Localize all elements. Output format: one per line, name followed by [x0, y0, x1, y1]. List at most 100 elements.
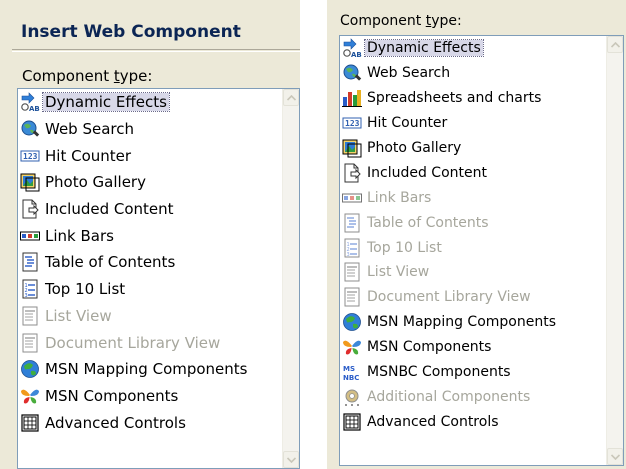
component-type-label: Component type: [22, 67, 152, 85]
list-item-label: Dynamic Effects [42, 92, 170, 113]
svg-text:AB: AB [29, 105, 40, 112]
list-item[interactable]: 1 2 3 Top 10 List [18, 276, 282, 303]
component-list: AB Dynamic Effects Web Search Spreadsheets … [340, 36, 606, 434]
msnbc-icon: MS NBC [342, 362, 362, 382]
svg-text:3: 3 [347, 252, 350, 258]
list-item[interactable]: Photo Gallery [18, 169, 282, 196]
list-item: Link Bars [340, 185, 606, 210]
list-view-icon [342, 262, 362, 282]
list-item-label: Advanced Controls [367, 413, 499, 430]
list-item-label: Top 10 List [367, 239, 442, 256]
list-item[interactable]: MSN Mapping Components [340, 310, 606, 335]
list-item[interactable]: Table of Contents [18, 249, 282, 276]
dialog-title: Insert Web Component [21, 22, 241, 42]
insert-web-component-dialog-left: Insert Web Component Component type: AB D… [0, 0, 300, 469]
list-item[interactable]: MS NBC MSNBC Components [340, 360, 606, 385]
list-item: List View [18, 303, 282, 330]
table-of-contents-icon [20, 252, 40, 272]
vertical-scrollbar[interactable] [282, 89, 299, 468]
msn-mapping-icon [20, 359, 40, 379]
list-item[interactable]: Photo Gallery [340, 136, 606, 161]
svg-text:MS: MS [343, 365, 355, 373]
image-gap [300, 0, 327, 469]
scroll-down-button[interactable] [283, 451, 299, 468]
advanced-controls-icon [342, 412, 362, 432]
list-item-label: Link Bars [45, 226, 114, 245]
table-of-contents-icon [342, 213, 362, 233]
list-item-label: Hit Counter [45, 146, 132, 165]
chevron-down-icon [286, 456, 296, 463]
list-item-label: Dynamic Effects [364, 39, 484, 58]
list-item-label: Document Library View [367, 289, 531, 306]
list-item-label: Web Search [45, 120, 135, 139]
msn-butterfly-icon [20, 386, 40, 406]
list-item-label: Additional Components [367, 388, 531, 405]
component-type-listbox[interactable]: AB Dynamic Effects Web Search 123 Hit Counte… [17, 88, 300, 469]
top-10-list-icon: 123 [20, 279, 40, 299]
svg-text:NBC: NBC [343, 374, 359, 382]
included-content-icon [20, 199, 40, 219]
list-item[interactable]: 123 Hit Counter [340, 111, 606, 136]
list-item-label: Top 10 List [45, 280, 126, 299]
svg-text:3: 3 [25, 293, 28, 299]
list-item[interactable]: AB Dynamic Effects [18, 89, 282, 116]
list-item[interactable]: Advanced Controls [340, 409, 606, 434]
list-item[interactable]: Web Search [340, 61, 606, 86]
list-item-label: MSN Components [367, 339, 492, 356]
list-item-label: Link Bars [367, 189, 432, 206]
scroll-up-button[interactable] [607, 36, 623, 53]
component-type-label: Component type: [340, 13, 462, 29]
additional-components-icon [342, 387, 362, 407]
list-item-label: MSN Mapping Components [45, 360, 248, 379]
link-bars-icon [342, 188, 362, 208]
link-bars-icon [20, 226, 40, 246]
component-type-listbox[interactable]: AB Dynamic Effects Web Search Spreadsheets … [339, 35, 624, 466]
hit-counter-icon: 123 [342, 113, 362, 133]
svg-text:AB: AB [351, 51, 362, 58]
list-item-label: Included Content [45, 200, 174, 219]
label-prefix: Component [22, 67, 114, 85]
list-item: Table of Contents [340, 210, 606, 235]
list-item: Document Library View [18, 329, 282, 356]
msn-butterfly-icon [342, 337, 362, 357]
chevron-up-icon [286, 94, 296, 101]
list-item-label: Advanced Controls [45, 413, 186, 432]
included-content-icon [342, 163, 362, 183]
list-item[interactable]: 123 Hit Counter [18, 142, 282, 169]
scroll-down-button[interactable] [607, 448, 623, 465]
list-item[interactable]: Web Search [18, 116, 282, 143]
scroll-up-button[interactable] [283, 89, 299, 106]
list-item-label: Hit Counter [367, 115, 448, 132]
list-item[interactable]: Link Bars [18, 222, 282, 249]
list-item-label: MSN Mapping Components [367, 314, 556, 331]
list-item[interactable]: Included Content [18, 196, 282, 223]
list-item: Additional Components [340, 384, 606, 409]
dynamic-effects-icon: AB [342, 38, 362, 58]
list-item-label: List View [367, 264, 430, 281]
component-list: AB Dynamic Effects Web Search 123 Hit Counte… [18, 89, 282, 436]
svg-text:123: 123 [23, 152, 38, 161]
list-item-label: Web Search [367, 65, 451, 82]
list-item[interactable]: Spreadsheets and charts [340, 86, 606, 111]
list-item[interactable]: Included Content [340, 160, 606, 185]
list-item[interactable]: MSN Components [18, 383, 282, 410]
list-item[interactable]: MSN Mapping Components [18, 356, 282, 383]
document-library-view-icon [342, 287, 362, 307]
svg-text:123: 123 [345, 119, 360, 128]
list-item-label: MSN Components [45, 386, 179, 405]
list-item: List View [340, 260, 606, 285]
chevron-down-icon [610, 453, 620, 460]
vertical-scrollbar[interactable] [606, 36, 623, 465]
spreadsheets-charts-icon [342, 88, 362, 108]
dynamic-effects-icon: AB [20, 92, 40, 112]
list-item-label: Table of Contents [367, 214, 489, 231]
msn-mapping-icon [342, 312, 362, 332]
photo-gallery-icon [20, 172, 40, 192]
top-10-list-icon: 123 [342, 238, 362, 258]
list-item-label: Included Content [367, 164, 487, 181]
list-item[interactable]: AB Dynamic Effects [340, 36, 606, 61]
list-item[interactable]: Advanced Controls [18, 409, 282, 436]
label-suffix: ype: [431, 13, 462, 29]
list-item[interactable]: MSN Components [340, 335, 606, 360]
hit-counter-icon: 123 [20, 146, 40, 166]
